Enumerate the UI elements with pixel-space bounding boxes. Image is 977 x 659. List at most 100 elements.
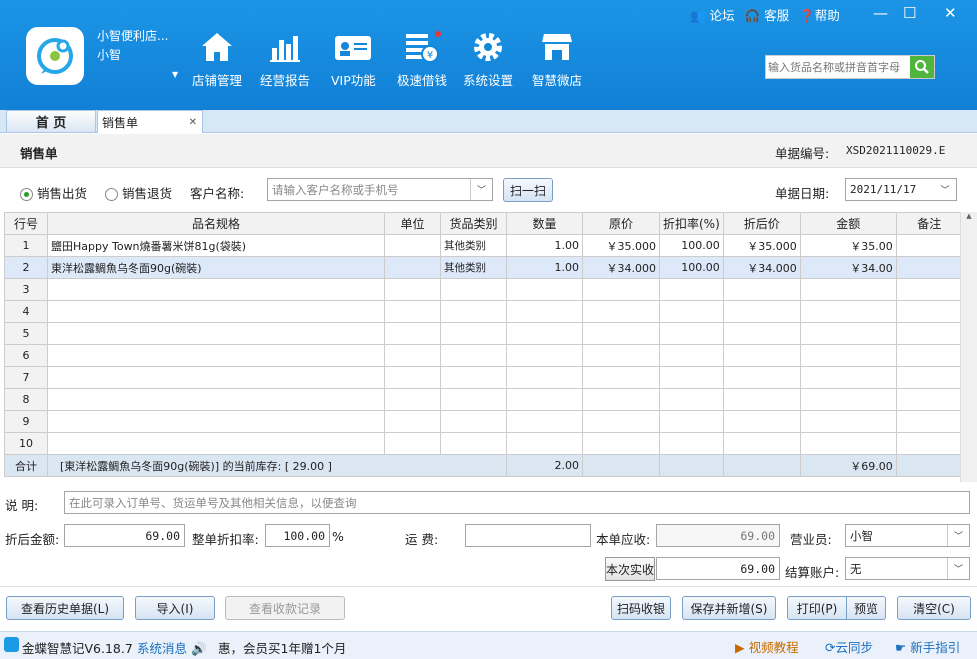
cell-note[interactable] [895,322,963,345]
cell-name[interactable] [47,432,385,455]
search-input[interactable] [766,56,910,78]
cell-note[interactable] [895,432,963,455]
cell-price[interactable] [582,322,660,345]
video-tutorial-link[interactable]: ▶ 视频教程 [735,637,799,656]
nav-vip[interactable]: VIP功能 [331,30,376,89]
cell-after[interactable] [722,300,801,323]
cell-amt[interactable]: ￥34.00 [799,256,897,279]
maximize-icon[interactable]: ☐ [903,4,916,22]
cell-price[interactable] [582,432,660,455]
cell-cat[interactable]: 其他类别 [440,234,507,257]
cell-unit[interactable] [384,432,441,455]
salesman-select[interactable]: 小智 ﹀ [845,524,970,547]
cell-amt[interactable] [799,366,897,389]
cell-qty[interactable] [506,388,583,411]
tab-sales-order[interactable]: 销售单 ✕ [97,110,203,133]
forum-link[interactable]: 👥 论坛 [690,5,735,24]
import-button[interactable]: 导入(I) [135,596,215,620]
cell-cat[interactable] [440,432,507,455]
cell-name[interactable]: 鹽田Happy Town燒番薯米饼81g(袋裝) [47,234,385,257]
table-row[interactable]: 9 [4,410,963,433]
store-switcher[interactable]: 小智便利店... 小智 ▼ [97,27,178,84]
table-row[interactable]: 1 鹽田Happy Town燒番薯米饼81g(袋裝) 其他类别 1.00 ￥35.000… [4,234,963,257]
system-message-link[interactable]: 系统消息 🔊 [137,638,207,657]
tab-home[interactable]: 首 页 [6,110,96,133]
date-picker[interactable]: 2021/11/17 ﹀ [845,178,957,201]
cell-note[interactable] [895,256,963,279]
cell-name[interactable] [47,278,385,301]
table-row[interactable]: 8 [4,388,963,411]
account-select[interactable]: 无 ﹀ [845,557,970,580]
cell-unit[interactable] [384,388,441,411]
cell-after[interactable] [722,432,801,455]
cell-after[interactable] [722,278,801,301]
cell-disc[interactable] [659,278,724,301]
cell-note[interactable] [895,300,963,323]
chevron-down-icon[interactable]: ﹀ [947,525,969,546]
cell-amt[interactable] [799,432,897,455]
cell-amt[interactable] [799,322,897,345]
cell-price[interactable] [582,278,660,301]
chevron-down-icon[interactable]: ▼ [172,65,178,84]
nav-system-settings[interactable]: 系统设置 [463,30,513,89]
print-button[interactable]: 打印(P) [787,596,847,620]
cell-cat[interactable]: 其他类别 [440,256,507,279]
nav-business-report[interactable]: 经营报告 [260,30,310,89]
cell-after[interactable]: ￥34.000 [722,256,801,279]
whole-disc-field[interactable]: 100.00 [265,524,330,547]
radio-unchecked-icon[interactable] [105,188,118,201]
cell-unit[interactable] [384,344,441,367]
cell-name[interactable] [47,410,385,433]
cell-qty[interactable]: 1.00 [506,234,583,257]
cell-price[interactable]: ￥35.000 [582,234,660,257]
cell-disc[interactable] [659,410,724,433]
cell-name[interactable] [47,388,385,411]
scroll-up-icon[interactable]: ▲ [961,212,977,220]
cell-cat[interactable] [440,322,507,345]
table-row[interactable]: 7 [4,366,963,389]
cell-qty[interactable] [506,366,583,389]
cell-unit[interactable] [384,278,441,301]
cell-note[interactable] [895,366,963,389]
cell-note[interactable] [895,388,963,411]
cell-disc[interactable]: 100.00 [659,256,724,279]
cell-cat[interactable] [440,366,507,389]
cloud-sync-link[interactable]: ⟳云同步 [825,637,873,656]
cell-price[interactable] [582,366,660,389]
cell-qty[interactable]: 1.00 [506,256,583,279]
cell-amt[interactable] [799,278,897,301]
history-button[interactable]: 查看历史单据(L) [6,596,124,620]
cell-note[interactable] [895,234,963,257]
clear-button[interactable]: 清空(C) [897,596,971,620]
freight-field[interactable] [465,524,591,547]
chevron-down-icon[interactable]: ﹀ [470,179,492,200]
table-row[interactable]: 4 [4,300,963,323]
cell-name[interactable] [47,322,385,345]
cell-disc[interactable] [659,300,724,323]
cell-cat[interactable] [440,278,507,301]
cell-after[interactable] [722,344,801,367]
customer-input[interactable]: 请输入客户名称或手机号 ﹀ [267,178,493,201]
radio-sales-out[interactable]: 销售出货 [20,183,87,202]
cell-amt[interactable]: ￥35.00 [799,234,897,257]
cell-disc[interactable] [659,322,724,345]
table-row[interactable]: 3 [4,278,963,301]
cell-amt[interactable] [799,410,897,433]
cell-after[interactable]: ￥35.000 [722,234,801,257]
cell-after[interactable] [722,322,801,345]
table-row[interactable]: 2 東洋松露鲷魚乌冬面90g(碗裝) 其他类别 1.00 ￥34.000 100.00 ￥3… [4,256,963,279]
cell-qty[interactable] [506,432,583,455]
cell-amt[interactable] [799,388,897,411]
desc-input[interactable]: 在此可录入订单号、货运单号及其他相关信息，以便查询 [64,491,970,514]
cell-price[interactable] [582,300,660,323]
nav-store-management[interactable]: 店铺管理 [192,30,242,89]
store-name[interactable]: 小智便利店... [97,27,168,46]
cell-qty[interactable] [506,278,583,301]
cell-qty[interactable] [506,344,583,367]
chevron-down-icon[interactable]: ﹀ [947,558,969,579]
cell-cat[interactable] [440,388,507,411]
nav-quick-loan[interactable]: ¥ 极速借钱 [397,30,447,89]
cell-cat[interactable] [440,410,507,433]
cell-disc[interactable]: 100.00 [659,234,724,257]
cell-after[interactable] [722,366,801,389]
